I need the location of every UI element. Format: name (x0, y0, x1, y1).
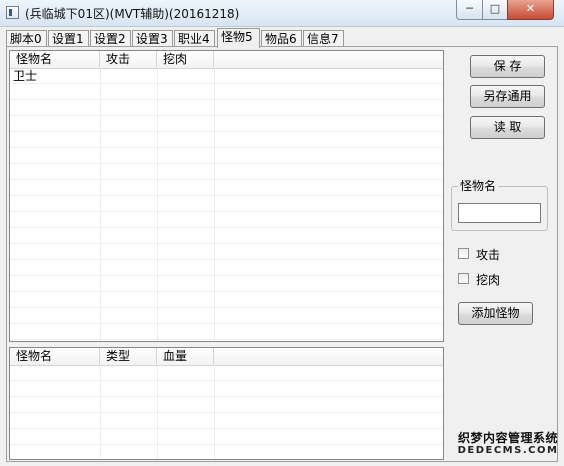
monster-name-group: 怪物名 (451, 178, 548, 231)
close-icon: ✕ (525, 2, 536, 15)
list-body (10, 365, 443, 459)
list-body (10, 68, 443, 341)
column-divider (214, 68, 215, 341)
minimize-icon: ─ (466, 2, 473, 15)
column-header-dig[interactable]: 挖肉 (157, 51, 214, 68)
list-header: 怪物名 类型 血量 (10, 348, 443, 366)
dig-checkbox-label[interactable]: 挖肉 (476, 271, 500, 288)
attack-checkbox-label[interactable]: 攻击 (476, 246, 500, 263)
save-button[interactable]: 保 存 (470, 55, 545, 78)
group-label: 怪物名 (458, 178, 499, 194)
column-header-attack[interactable]: 攻击 (100, 51, 157, 68)
monster-name-input[interactable] (458, 203, 541, 223)
tab-monster[interactable]: 怪物5 (217, 28, 260, 48)
app-icon (6, 6, 19, 19)
column-divider (100, 365, 101, 459)
tab-settings-3[interactable]: 设置3 (132, 30, 173, 47)
watermark-line-2: DEDECMS.COM (457, 445, 559, 456)
dig-checkbox[interactable] (458, 273, 469, 284)
close-button[interactable]: ✕ (507, 0, 554, 20)
title-bar: (兵临城下01区)(MVT辅助)(20161218) ─ □ ✕ (0, 0, 564, 27)
column-divider (100, 68, 101, 341)
maximize-button[interactable]: □ (482, 0, 508, 20)
attack-checkbox[interactable] (458, 248, 469, 259)
tab-settings-1[interactable]: 设置1 (48, 30, 89, 47)
read-button[interactable]: 读 取 (470, 116, 545, 139)
watermark: 织梦内容管理系统 DEDECMS.COM (453, 431, 563, 457)
column-divider (214, 365, 215, 459)
tab-settings-2[interactable]: 设置2 (90, 30, 131, 47)
tab-profession[interactable]: 职业4 (174, 30, 215, 47)
save-as-common-button[interactable]: 另存通用 (470, 85, 545, 108)
maximize-icon: □ (489, 2, 501, 15)
monster-type-list[interactable]: 怪物名 类型 血量 (9, 347, 444, 460)
minimize-button[interactable]: ─ (456, 0, 483, 20)
add-monster-button[interactable]: 添加怪物 (458, 302, 533, 325)
window-title: (兵临城下01区)(MVT辅助)(20161218) (25, 7, 240, 21)
list-item[interactable]: 卫士 (10, 68, 37, 84)
list-header: 怪物名 攻击 挖肉 (10, 51, 443, 69)
watermark-line-1: 织梦内容管理系统 (457, 431, 558, 445)
column-header-monster-name[interactable]: 怪物名 (10, 51, 100, 68)
column-header-hp[interactable]: 血量 (157, 348, 214, 365)
column-header-monster-name[interactable]: 怪物名 (10, 348, 100, 365)
monster-list[interactable]: 怪物名 攻击 挖肉 卫士 (9, 50, 444, 342)
column-divider (157, 365, 158, 459)
tab-info[interactable]: 信息7 (303, 30, 344, 47)
column-divider (157, 68, 158, 341)
column-header-type[interactable]: 类型 (100, 348, 157, 365)
tab-items[interactable]: 物品6 (261, 30, 302, 47)
tab-script[interactable]: 脚本0 (6, 30, 47, 47)
